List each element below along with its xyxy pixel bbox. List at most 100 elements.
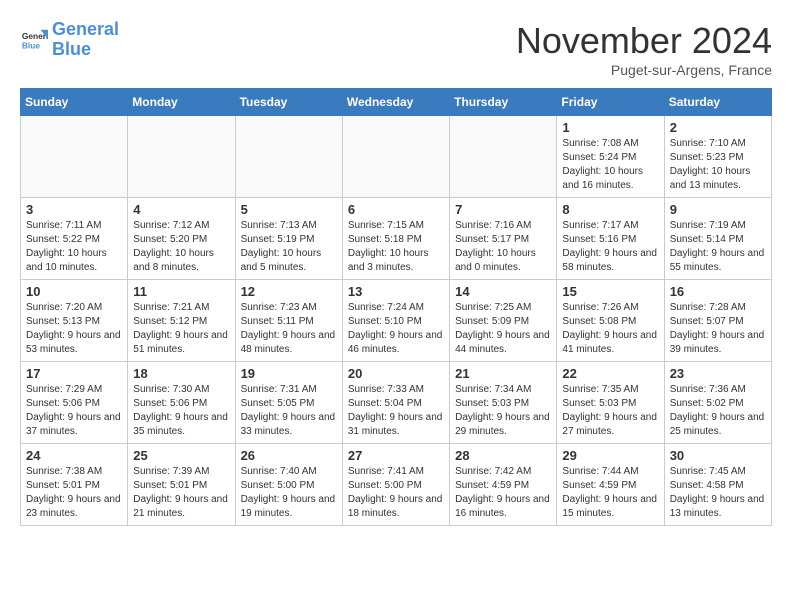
- day-info: Sunrise: 7:26 AM Sunset: 5:08 PM Dayligh…: [562, 301, 658, 357]
- calendar-cell: [450, 116, 557, 198]
- day-number: 21: [455, 366, 551, 381]
- calendar-cell: 16 Sunrise: 7:28 AM Sunset: 5:07 PM Dayli…: [664, 280, 771, 362]
- logo-icon: General Blue: [20, 26, 48, 54]
- day-info: Sunrise: 7:42 AM Sunset: 4:59 PM Dayligh…: [455, 465, 551, 521]
- month-title: November 2024: [516, 20, 772, 62]
- day-info: Sunrise: 7:44 AM Sunset: 4:59 PM Dayligh…: [562, 465, 658, 521]
- day-number: 25: [133, 448, 229, 463]
- day-info: Sunrise: 7:20 AM Sunset: 5:13 PM Dayligh…: [26, 301, 122, 357]
- day-number: 19: [241, 366, 337, 381]
- day-info: Sunrise: 7:11 AM Sunset: 5:22 PM Dayligh…: [26, 219, 122, 275]
- calendar-cell: 14 Sunrise: 7:25 AM Sunset: 5:09 PM Dayli…: [450, 280, 557, 362]
- day-info: Sunrise: 7:41 AM Sunset: 5:00 PM Dayligh…: [348, 465, 444, 521]
- day-number: 22: [562, 366, 658, 381]
- calendar-cell: 18 Sunrise: 7:30 AM Sunset: 5:06 PM Dayli…: [128, 362, 235, 444]
- calendar-cell: 2 Sunrise: 7:10 AM Sunset: 5:23 PM Daylig…: [664, 116, 771, 198]
- calendar-cell: [21, 116, 128, 198]
- calendar-cell: 30 Sunrise: 7:45 AM Sunset: 4:58 PM Dayli…: [664, 444, 771, 526]
- logo: General Blue GeneralBlue: [20, 20, 119, 60]
- calendar-header-row: SundayMondayTuesdayWednesdayThursdayFrid…: [21, 89, 772, 116]
- day-header-monday: Monday: [128, 89, 235, 116]
- day-info: Sunrise: 7:33 AM Sunset: 5:04 PM Dayligh…: [348, 383, 444, 439]
- day-number: 9: [670, 202, 766, 217]
- logo-text: GeneralBlue: [52, 20, 119, 60]
- day-info: Sunrise: 7:23 AM Sunset: 5:11 PM Dayligh…: [241, 301, 337, 357]
- page-header: General Blue GeneralBlue November 2024 P…: [20, 20, 772, 78]
- week-row-4: 17 Sunrise: 7:29 AM Sunset: 5:06 PM Dayli…: [21, 362, 772, 444]
- calendar-cell: 23 Sunrise: 7:36 AM Sunset: 5:02 PM Dayli…: [664, 362, 771, 444]
- calendar-cell: 19 Sunrise: 7:31 AM Sunset: 5:05 PM Dayli…: [235, 362, 342, 444]
- day-header-friday: Friday: [557, 89, 664, 116]
- day-number: 27: [348, 448, 444, 463]
- week-row-2: 3 Sunrise: 7:11 AM Sunset: 5:22 PM Daylig…: [21, 198, 772, 280]
- day-info: Sunrise: 7:31 AM Sunset: 5:05 PM Dayligh…: [241, 383, 337, 439]
- week-row-3: 10 Sunrise: 7:20 AM Sunset: 5:13 PM Dayli…: [21, 280, 772, 362]
- day-info: Sunrise: 7:08 AM Sunset: 5:24 PM Dayligh…: [562, 137, 658, 193]
- calendar-cell: 10 Sunrise: 7:20 AM Sunset: 5:13 PM Dayli…: [21, 280, 128, 362]
- day-number: 13: [348, 284, 444, 299]
- calendar-cell: 11Sunrise: 7:21 AM Sunset: 5:12 PM Dayli…: [128, 280, 235, 362]
- calendar-cell: 29 Sunrise: 7:44 AM Sunset: 4:59 PM Dayli…: [557, 444, 664, 526]
- day-number: 24: [26, 448, 122, 463]
- day-number: 16: [670, 284, 766, 299]
- day-number: 26: [241, 448, 337, 463]
- calendar-cell: 1Sunrise: 7:08 AM Sunset: 5:24 PM Daylig…: [557, 116, 664, 198]
- day-number: 14: [455, 284, 551, 299]
- calendar-cell: 17 Sunrise: 7:29 AM Sunset: 5:06 PM Dayli…: [21, 362, 128, 444]
- week-row-1: 1Sunrise: 7:08 AM Sunset: 5:24 PM Daylig…: [21, 116, 772, 198]
- day-info: Sunrise: 7:28 AM Sunset: 5:07 PM Dayligh…: [670, 301, 766, 357]
- calendar-cell: 20 Sunrise: 7:33 AM Sunset: 5:04 PM Dayli…: [342, 362, 449, 444]
- calendar-cell: 21 Sunrise: 7:34 AM Sunset: 5:03 PM Dayli…: [450, 362, 557, 444]
- week-row-5: 24 Sunrise: 7:38 AM Sunset: 5:01 PM Dayli…: [21, 444, 772, 526]
- calendar-cell: 12 Sunrise: 7:23 AM Sunset: 5:11 PM Dayli…: [235, 280, 342, 362]
- calendar-cell: 24 Sunrise: 7:38 AM Sunset: 5:01 PM Dayli…: [21, 444, 128, 526]
- calendar-cell: 6Sunrise: 7:15 AM Sunset: 5:18 PM Daylig…: [342, 198, 449, 280]
- day-number: 29: [562, 448, 658, 463]
- calendar-cell: 15 Sunrise: 7:26 AM Sunset: 5:08 PM Dayli…: [557, 280, 664, 362]
- day-number: 5: [241, 202, 337, 217]
- day-header-sunday: Sunday: [21, 89, 128, 116]
- day-number: 28: [455, 448, 551, 463]
- day-info: Sunrise: 7:36 AM Sunset: 5:02 PM Dayligh…: [670, 383, 766, 439]
- day-number: 23: [670, 366, 766, 381]
- day-info: Sunrise: 7:10 AM Sunset: 5:23 PM Dayligh…: [670, 137, 766, 193]
- day-info: Sunrise: 7:16 AM Sunset: 5:17 PM Dayligh…: [455, 219, 551, 275]
- calendar-cell: 3 Sunrise: 7:11 AM Sunset: 5:22 PM Daylig…: [21, 198, 128, 280]
- day-info: Sunrise: 7:45 AM Sunset: 4:58 PM Dayligh…: [670, 465, 766, 521]
- day-info: Sunrise: 7:15 AM Sunset: 5:18 PM Dayligh…: [348, 219, 444, 275]
- svg-text:Blue: Blue: [22, 40, 40, 50]
- day-info: Sunrise: 7:38 AM Sunset: 5:01 PM Dayligh…: [26, 465, 122, 521]
- day-number: 17: [26, 366, 122, 381]
- day-info: Sunrise: 7:17 AM Sunset: 5:16 PM Dayligh…: [562, 219, 658, 275]
- day-number: 12: [241, 284, 337, 299]
- title-block: November 2024 Puget-sur-Argens, France: [516, 20, 772, 78]
- calendar-cell: [235, 116, 342, 198]
- calendar-cell: [342, 116, 449, 198]
- day-info: Sunrise: 7:40 AM Sunset: 5:00 PM Dayligh…: [241, 465, 337, 521]
- day-info: Sunrise: 7:12 AM Sunset: 5:20 PM Dayligh…: [133, 219, 229, 275]
- day-info: Sunrise: 7:25 AM Sunset: 5:09 PM Dayligh…: [455, 301, 551, 357]
- day-header-wednesday: Wednesday: [342, 89, 449, 116]
- day-number: 10: [26, 284, 122, 299]
- calendar-cell: 7Sunrise: 7:16 AM Sunset: 5:17 PM Daylig…: [450, 198, 557, 280]
- calendar-cell: 26 Sunrise: 7:40 AM Sunset: 5:00 PM Dayli…: [235, 444, 342, 526]
- calendar-cell: 27 Sunrise: 7:41 AM Sunset: 5:00 PM Dayli…: [342, 444, 449, 526]
- day-info: Sunrise: 7:30 AM Sunset: 5:06 PM Dayligh…: [133, 383, 229, 439]
- calendar-cell: 28 Sunrise: 7:42 AM Sunset: 4:59 PM Dayli…: [450, 444, 557, 526]
- day-number: 20: [348, 366, 444, 381]
- day-header-saturday: Saturday: [664, 89, 771, 116]
- day-info: Sunrise: 7:34 AM Sunset: 5:03 PM Dayligh…: [455, 383, 551, 439]
- day-number: 15: [562, 284, 658, 299]
- calendar-cell: 5Sunrise: 7:13 AM Sunset: 5:19 PM Daylig…: [235, 198, 342, 280]
- day-number: 30: [670, 448, 766, 463]
- day-number: 4: [133, 202, 229, 217]
- day-info: Sunrise: 7:29 AM Sunset: 5:06 PM Dayligh…: [26, 383, 122, 439]
- day-number: 2: [670, 120, 766, 135]
- day-number: 3: [26, 202, 122, 217]
- calendar-cell: [128, 116, 235, 198]
- calendar-cell: 4 Sunrise: 7:12 AM Sunset: 5:20 PM Daylig…: [128, 198, 235, 280]
- day-number: 18: [133, 366, 229, 381]
- calendar-cell: 9Sunrise: 7:19 AM Sunset: 5:14 PM Daylig…: [664, 198, 771, 280]
- day-header-thursday: Thursday: [450, 89, 557, 116]
- calendar-cell: 13Sunrise: 7:24 AM Sunset: 5:10 PM Dayli…: [342, 280, 449, 362]
